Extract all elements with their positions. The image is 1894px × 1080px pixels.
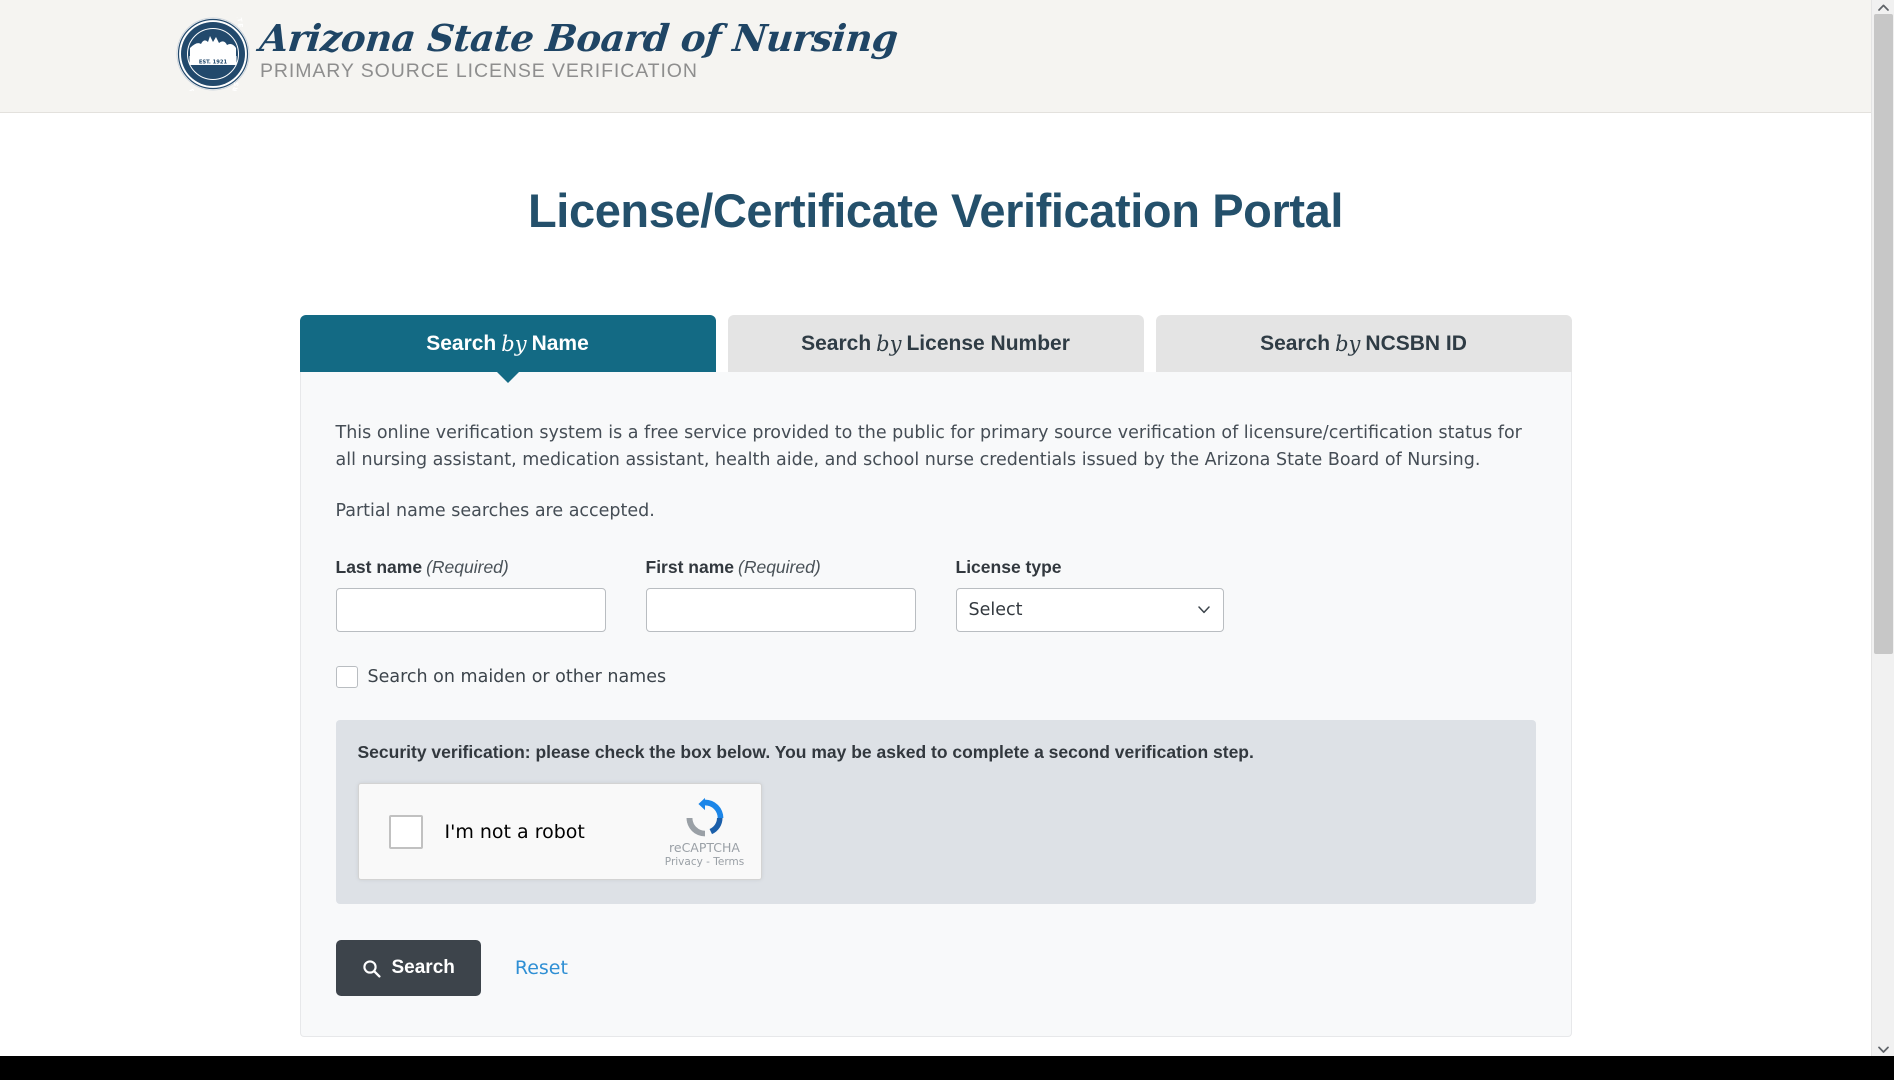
license-type-select-wrap: Select <box>955 588 1224 632</box>
maiden-name-row[interactable]: Search on maiden or other names <box>335 666 1536 688</box>
last-name-field-group: Last name (Required) <box>335 557 606 632</box>
recaptcha-checkbox[interactable] <box>388 814 423 849</box>
security-verification-heading: Security verification: please check the … <box>357 742 1254 762</box>
tab-suffix: NCSBN ID <box>1365 331 1467 355</box>
recaptcha-logo-icon <box>686 797 723 837</box>
last-name-input[interactable] <box>335 588 606 632</box>
last-name-required-text: (Required) <box>426 557 509 577</box>
recaptcha-branding: reCAPTCHA Privacy - Terms <box>661 797 749 868</box>
tab-prefix: Search <box>426 331 497 355</box>
license-type-select[interactable]: Select <box>955 588 1224 632</box>
intro-paragraph: This online verification system is a fre… <box>335 423 1522 470</box>
site-header: EST. 1921 ARIZONA STATE BOARD OF NURSING… <box>0 0 1871 113</box>
last-name-label: Last name (Required) <box>336 557 606 578</box>
recaptcha-legal-links[interactable]: Privacy - Terms <box>661 856 749 868</box>
scrollbar-thumb[interactable] <box>1874 14 1893 654</box>
first-name-field-group: First name (Required) <box>645 557 916 632</box>
maiden-name-checkbox[interactable] <box>335 666 358 688</box>
search-by-name-panel: This online verification system is a fre… <box>299 372 1572 1037</box>
maiden-name-label[interactable]: Search on maiden or other names <box>368 667 667 687</box>
tab-search-by-license-number[interactable]: Search by License Number <box>727 315 1144 372</box>
recaptcha-widget[interactable]: I'm not a robot reCAPTCHA Privacy - Term… <box>357 783 762 880</box>
seal-est-text: EST. 1921 <box>199 60 228 66</box>
tab-prefix: Search <box>801 331 872 355</box>
scroll-down-arrow-icon[interactable] <box>1872 1042 1894 1056</box>
scroll-up-arrow-icon[interactable] <box>1872 0 1894 14</box>
partial-name-note: Partial name searches are accepted. <box>335 501 655 521</box>
screen: EST. 1921 ARIZONA STATE BOARD OF NURSING… <box>0 0 1894 1080</box>
tab-suffix: License Number <box>906 331 1070 355</box>
brand-subtitle: PRIMARY SOURCE LICENSE VERIFICATION <box>260 60 698 82</box>
bottom-bar <box>0 1056 1894 1080</box>
security-verification-panel: Security verification: please check the … <box>335 720 1536 904</box>
page-title: License/Certificate Verification Portal <box>527 184 1344 237</box>
last-name-label-text: Last name <box>335 557 423 577</box>
search-button[interactable]: Search <box>335 940 481 996</box>
tab-search-by-name[interactable]: Search by Name <box>299 315 716 383</box>
magnifier-icon <box>362 959 381 978</box>
first-name-label: First name (Required) <box>646 557 916 578</box>
reset-link[interactable]: Reset <box>515 957 568 979</box>
license-type-label: License type <box>955 557 1062 577</box>
tab-search-by-ncsbn-id[interactable]: Search by NCSBN ID <box>1155 315 1572 372</box>
search-tablist: Search by Name Search by License Number … <box>299 315 1572 383</box>
search-button-label: Search <box>391 957 455 978</box>
tab-by-word: by <box>876 331 902 356</box>
tab-suffix: Name <box>531 331 589 355</box>
search-form-row: Last name (Required) First name (Required)… <box>335 557 1536 632</box>
tab-by-word: by <box>1335 331 1361 356</box>
page-content: EST. 1921 ARIZONA STATE BOARD OF NURSING… <box>0 0 1871 1080</box>
first-name-label-text: First name <box>645 557 735 577</box>
brand-title: Arizona State Board of Nursing <box>257 16 900 60</box>
recaptcha-brand-name: reCAPTCHA <box>669 840 740 855</box>
license-type-field-group: License type Select <box>955 557 1224 632</box>
form-actions: Search Reset <box>335 940 1536 996</box>
brand-text: Arizona State Board of Nursing PRIMARY S… <box>257 12 900 83</box>
verification-panel: Search by Name Search by License Number … <box>299 315 1572 1037</box>
vertical-scrollbar[interactable] <box>1871 0 1894 1056</box>
first-name-input[interactable] <box>645 588 916 632</box>
first-name-required-text: (Required) <box>738 557 821 577</box>
tab-prefix: Search <box>1260 331 1331 355</box>
arizona-state-board-of-nursing-seal-icon: EST. 1921 ARIZONA STATE BOARD OF NURSING <box>173 0 250 109</box>
recaptcha-label: I'm not a robot <box>444 820 585 843</box>
tab-by-word: by <box>501 331 527 356</box>
brand-lockup[interactable]: EST. 1921 ARIZONA STATE BOARD OF NURSING… <box>173 0 900 109</box>
